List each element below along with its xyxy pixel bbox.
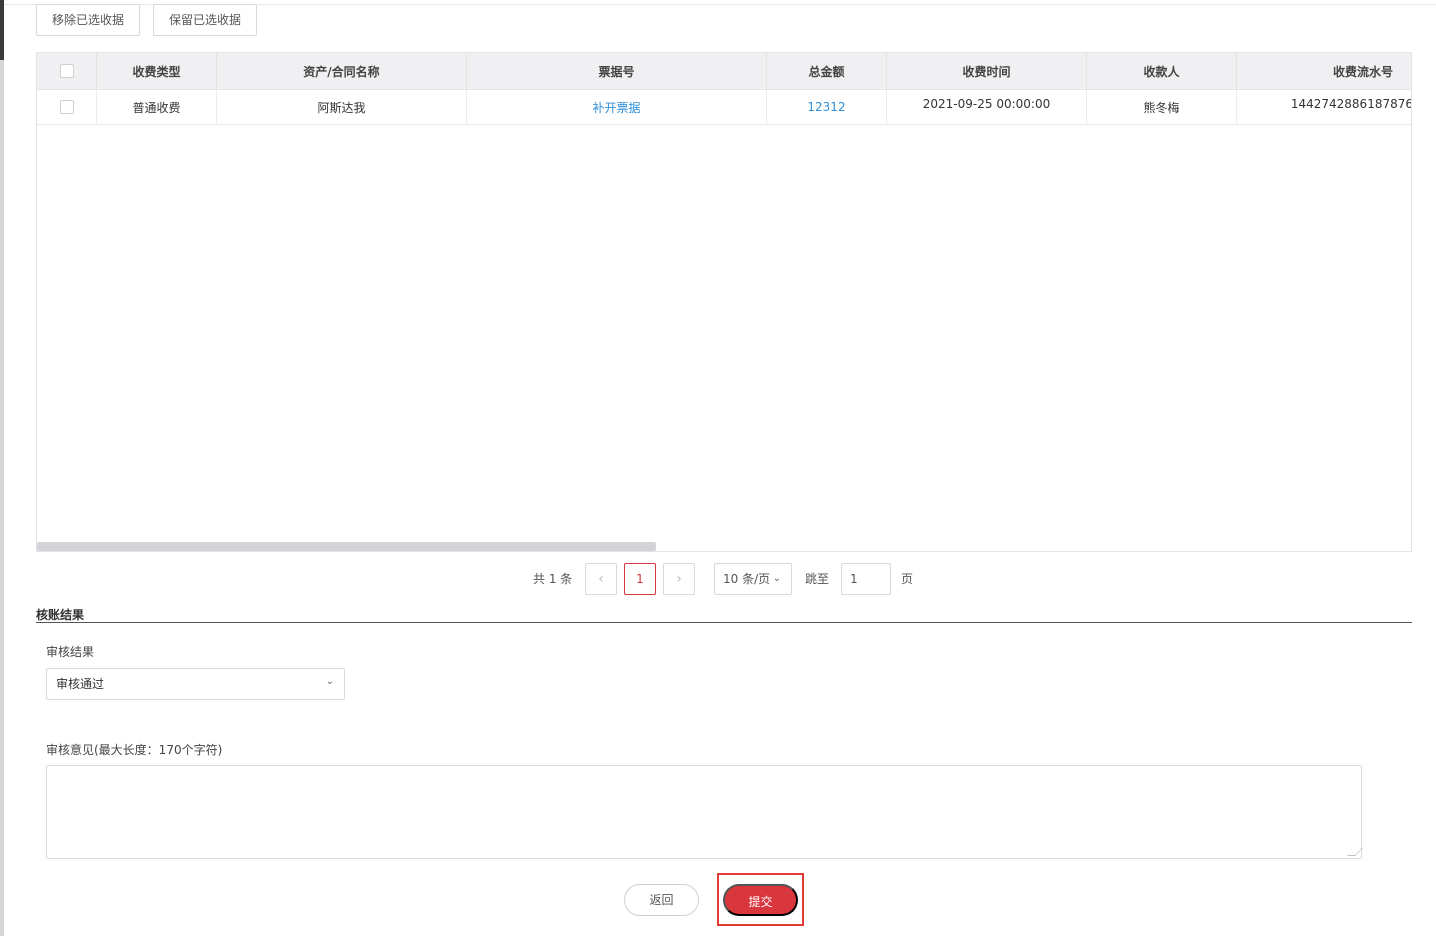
- page-size-select[interactable]: 10 条/页 ⌄: [714, 563, 792, 595]
- resize-grip-icon[interactable]: [1347, 848, 1363, 856]
- chevron-down-icon: ⌄: [325, 676, 334, 687]
- row-select-cell: [37, 90, 97, 124]
- page: 移除已选收据 保留已选收据 收费类型 资产/合同名称 票据号 总金额 收费时间 …: [0, 0, 1436, 936]
- audit-result-label: 审核结果: [46, 645, 95, 659]
- prev-page-button[interactable]: ‹: [585, 563, 617, 595]
- cell-serial-no: 1442742886187876: [1290, 97, 1412, 111]
- audit-opinion-textarea[interactable]: [46, 765, 1363, 859]
- header-payee: 收款人: [1087, 53, 1237, 89]
- chevron-down-icon: ⌄: [772, 573, 781, 584]
- header-select-all: [37, 53, 97, 89]
- header-asset-contract: 资产/合同名称: [217, 53, 467, 89]
- header-receipt-no: 票据号: [467, 53, 767, 89]
- reissue-receipt-link[interactable]: 补开票据: [592, 99, 640, 116]
- section-title: 核账结果: [36, 608, 85, 622]
- row-checkbox[interactable]: [59, 100, 74, 114]
- left-panel-edge: [0, 0, 4, 936]
- back-button[interactable]: 返回: [624, 884, 699, 916]
- table-header: 收费类型 资产/合同名称 票据号 总金额 收费时间 收款人 收费流水号: [37, 53, 1411, 90]
- goto-page-input[interactable]: 1: [841, 563, 891, 595]
- page-size-value: 10 条/页: [723, 572, 771, 586]
- horizontal-scrollbar[interactable]: [37, 542, 656, 551]
- audit-opinion-label: 审核意见(最大长度：170个字符): [46, 743, 223, 757]
- header-serial-no: 收费流水号: [1332, 64, 1393, 79]
- page-suffix-label: 页: [901, 572, 914, 586]
- cell-payee: 熊冬梅: [1087, 90, 1237, 124]
- table-row: 普通收费 阿斯达我 补开票据 12312 2021-09-25 00:00:00…: [37, 90, 1412, 125]
- section-divider: [36, 622, 1412, 623]
- keep-selected-button[interactable]: 保留已选收据: [153, 4, 257, 36]
- audit-result-value: 审核通过: [56, 677, 105, 691]
- next-page-button[interactable]: ›: [663, 563, 695, 595]
- cell-fee-type: 普通收费: [97, 90, 217, 124]
- chevron-right-icon: ›: [676, 571, 682, 587]
- left-panel-edge-dark: [0, 0, 4, 60]
- pagination-total: 共 1 条: [533, 572, 573, 586]
- audit-result-select[interactable]: 审核通过 ⌄: [46, 668, 345, 700]
- header-fee-type: 收费类型: [97, 53, 217, 89]
- remove-selected-button[interactable]: 移除已选收据: [36, 4, 140, 36]
- cell-total-amount: 12312: [767, 90, 887, 124]
- header-total-amount: 总金额: [767, 53, 887, 89]
- total-amount-link[interactable]: 12312: [807, 100, 845, 114]
- cell-receipt-no: 补开票据: [467, 90, 767, 124]
- chevron-left-icon: ‹: [598, 571, 604, 587]
- header-fee-time: 收费时间: [887, 53, 1087, 89]
- cell-fee-time: 2021-09-25 00:00:00: [887, 90, 1087, 124]
- goto-label: 跳至: [805, 572, 830, 586]
- select-all-checkbox[interactable]: [59, 64, 74, 78]
- page-1-button[interactable]: 1: [624, 563, 656, 595]
- receipt-table: 收费类型 资产/合同名称 票据号 总金额 收费时间 收款人 收费流水号 普通收费…: [36, 52, 1412, 552]
- cell-asset-contract: 阿斯达我: [217, 90, 467, 124]
- submit-button[interactable]: 提交: [723, 884, 798, 916]
